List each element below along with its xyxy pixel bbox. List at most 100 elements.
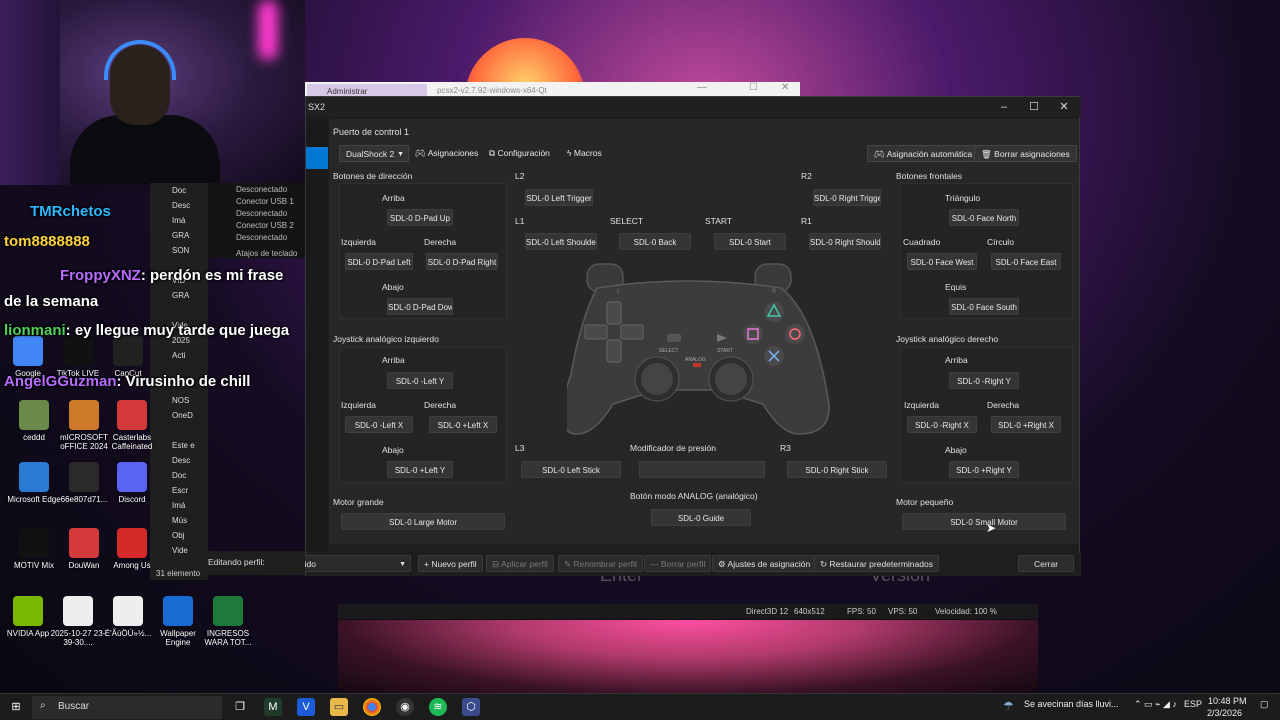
- sidebar-item-port-1[interactable]: [306, 147, 328, 169]
- controller-type-select[interactable]: DualShock 2 ▼: [339, 145, 409, 162]
- restore-defaults-button[interactable]: ↻ Restaurar predeterminados: [814, 555, 939, 572]
- dpad-left-label: Izquierda: [341, 237, 376, 247]
- notification-icon[interactable]: ▢: [1260, 699, 1269, 710]
- rstick-down-button[interactable]: SDL-0 +Right Y: [949, 461, 1019, 478]
- pressure-button[interactable]: [639, 461, 765, 478]
- app-v-icon[interactable]: V: [297, 698, 315, 716]
- r1-button[interactable]: SDL-0 Right Shoulder: [809, 233, 881, 250]
- delete-profile-button[interactable]: — Borrar perfil: [644, 555, 712, 572]
- usb-port-1[interactable]: Conector USB 1: [208, 195, 305, 207]
- r3-button[interactable]: SDL-0 Right Stick: [787, 461, 887, 478]
- analog-mode-label: Botón modo ANALOG (analógico): [630, 491, 758, 501]
- triangle-button[interactable]: SDL-0 Face North: [949, 209, 1019, 226]
- rstick-up-button[interactable]: SDL-0 -Right Y: [949, 372, 1019, 389]
- explorer-item[interactable]: Mús: [150, 513, 208, 528]
- desktop-icon[interactable]: MOTIV Mix: [6, 528, 62, 570]
- lstick-left-label: Izquierda: [341, 400, 376, 410]
- hotkeys-item[interactable]: Atajos de teclado: [208, 243, 305, 259]
- app-m-icon[interactable]: M: [264, 698, 282, 716]
- lstick-left-button[interactable]: SDL-0 -Left X: [345, 416, 413, 433]
- clock-time[interactable]: 10:48 PM: [1208, 696, 1247, 706]
- l3-label: L3: [515, 443, 525, 453]
- desktop-icon[interactable]: 2025-10-27 23-39-30....: [50, 596, 106, 647]
- task-view-icon[interactable]: ❐: [231, 698, 249, 716]
- dpad-up-button[interactable]: SDL-0 D-Pad Up: [387, 209, 453, 226]
- close-icon[interactable]: ✕: [781, 82, 789, 93]
- dialog-title: SX2: [308, 102, 326, 112]
- desktop-icon[interactable]: NVIDIA App: [0, 596, 56, 638]
- maximize-icon[interactable]: ☐: [1027, 100, 1041, 114]
- minimize-icon[interactable]: —: [697, 82, 707, 93]
- cross-button[interactable]: SDL-0 Face South: [949, 298, 1019, 315]
- windows-start-icon[interactable]: ⊞: [7, 698, 25, 716]
- explorer-item[interactable]: Acti: [150, 348, 208, 363]
- l3-button[interactable]: SDL-0 Left Stick: [521, 461, 621, 478]
- desktop-icon[interactable]: Wallpaper Engine: [150, 596, 206, 647]
- tab-macros[interactable]: ϟ Macros: [567, 145, 602, 162]
- desktop-icon[interactable]: Among Us: [104, 528, 160, 570]
- dpad-right-button[interactable]: SDL-0 D-Pad Right: [426, 253, 498, 270]
- desktop-icon[interactable]: INGRESOS WARA TOT...: [200, 596, 256, 647]
- language-indicator[interactable]: ESP: [1184, 699, 1202, 709]
- usb-port-2[interactable]: Conector USB 2: [208, 219, 305, 231]
- desktop-icon[interactable]: ceddd: [6, 400, 62, 442]
- desktop-icon[interactable]: Casterlabs Caffeinated: [104, 400, 160, 451]
- maximize-icon[interactable]: ☐: [749, 82, 758, 93]
- r2-button[interactable]: SDL-0 Right Trigger: [813, 189, 881, 206]
- explorer-item[interactable]: Doc: [150, 183, 208, 198]
- rstick-down-label: Abajo: [945, 445, 967, 455]
- explorer-item[interactable]: SON: [150, 243, 208, 258]
- file-explorer-icon[interactable]: ▭: [330, 698, 348, 716]
- small-motor-button[interactable]: SDL-0 Small Motor: [902, 513, 1066, 530]
- new-profile-button[interactable]: + Nuevo perfil: [418, 555, 483, 572]
- assign-settings-button[interactable]: ⚙ Ajustes de asignación: [712, 555, 817, 572]
- weather-text[interactable]: Se avecinan días lluvi...: [1024, 699, 1119, 709]
- explorer-item[interactable]: Imá: [150, 213, 208, 228]
- clear-assign-button[interactable]: 🗑︎ Borrar asignaciones: [974, 145, 1077, 162]
- rename-profile-button[interactable]: ✎ Renombrar perfil: [558, 555, 643, 572]
- square-button[interactable]: SDL-0 Face West: [907, 253, 977, 270]
- app-icon: [163, 596, 193, 626]
- chrome-icon[interactable]: [363, 698, 381, 716]
- resolution-status: 640x512: [794, 607, 825, 616]
- tab-settings[interactable]: ⧉ Configuración: [489, 145, 550, 162]
- dpad-down-button[interactable]: SDL-0 D-Pad Down: [387, 298, 453, 315]
- pcsx2-taskbar-icon[interactable]: ⬡: [462, 698, 480, 716]
- tab-label: Macros: [573, 148, 602, 158]
- rstick-right-button[interactable]: SDL-0 +Right X: [991, 416, 1061, 433]
- close-button[interactable]: Cerrar: [1018, 555, 1074, 572]
- l1-button[interactable]: SDL-0 Left Shoulder: [525, 233, 597, 250]
- close-icon[interactable]: ✕: [1057, 100, 1071, 114]
- desktop-icon[interactable]: Microsoft Edge: [6, 462, 62, 504]
- new-profile-label: Nuevo perfil: [431, 559, 477, 569]
- analog-mode-button[interactable]: SDL-0 Guide: [651, 509, 751, 526]
- lstick-up-button[interactable]: SDL-0 -Left Y: [387, 372, 453, 389]
- minimize-icon[interactable]: –: [997, 100, 1011, 114]
- lstick-up-label: Arriba: [382, 355, 405, 365]
- dpad-left-button[interactable]: SDL-0 D-Pad Left: [345, 253, 413, 270]
- tab-bindings[interactable]: 🎮︎ Asignaciones: [415, 145, 478, 162]
- taskbar-search[interactable]: ⌕ Buscar: [32, 696, 222, 719]
- clock-date[interactable]: 2/3/2026: [1207, 708, 1242, 718]
- explorer-item[interactable]: GRA: [150, 228, 208, 243]
- explorer-item[interactable]: Desc: [150, 198, 208, 213]
- settings-icon: ⧉: [489, 148, 496, 158]
- spotify-icon[interactable]: ≋: [429, 698, 447, 716]
- large-motor-button[interactable]: SDL-0 Large Motor: [341, 513, 505, 530]
- lstick-down-button[interactable]: SDL-0 +Left Y: [387, 461, 453, 478]
- tray-icons[interactable]: ⌃ ▭ ⌁ ◢ ♪: [1134, 699, 1177, 710]
- r2-label: R2: [801, 171, 812, 181]
- rstick-left-button[interactable]: SDL-0 -Right X: [907, 416, 977, 433]
- auto-assign-button[interactable]: 🎮︎ Asignación automática: [867, 145, 980, 162]
- apply-profile-button[interactable]: ⊟ Aplicar perfil: [486, 555, 554, 572]
- app-icon: [69, 462, 99, 492]
- desktop-icon[interactable]: É'ÃúÖÚ»½...: [100, 596, 156, 638]
- webcam-overlay: [0, 0, 305, 185]
- select-button[interactable]: SDL-0 Back: [619, 233, 691, 250]
- circle-button[interactable]: SDL-0 Face East: [991, 253, 1061, 270]
- lstick-right-button[interactable]: SDL-0 +Left X: [429, 416, 497, 433]
- desktop-icon[interactable]: Discord: [104, 462, 160, 504]
- l2-button[interactable]: SDL-0 Left Trigger: [525, 189, 593, 206]
- obs-icon[interactable]: ◉: [396, 698, 414, 716]
- start-button[interactable]: SDL-0 Start: [714, 233, 786, 250]
